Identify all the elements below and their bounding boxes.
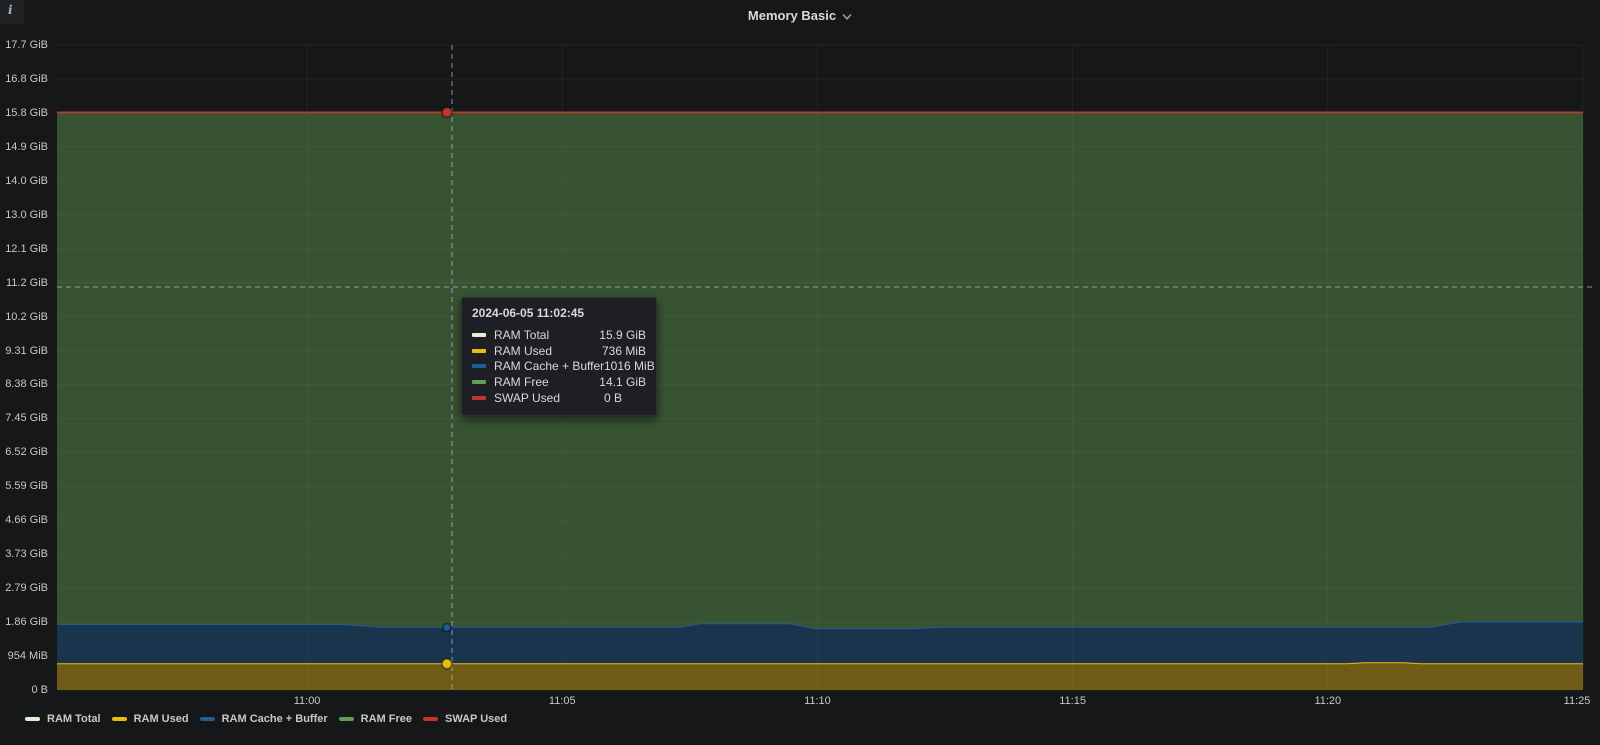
tooltip-series-value: 15.9 GiB [599, 328, 646, 342]
legend-item-ram-total[interactable]: RAM Total [25, 713, 101, 725]
legend-swatch-swap-used [423, 717, 438, 721]
y-axis-label: 1.86 GiB [0, 616, 48, 628]
crosshair-point-ram-cache-buffer [443, 623, 451, 631]
tooltip-row: RAM Total15.9 GiB [472, 327, 646, 343]
y-axis-label: 12.1 GiB [0, 243, 48, 255]
series-area-ram-used [57, 663, 1583, 690]
tooltip-row: RAM Cache + Buffer1016 MiB [472, 359, 646, 375]
tooltip-row: RAM Used736 MiB [472, 343, 646, 359]
tooltip-series-label: RAM Cache + Buffer [494, 359, 604, 373]
y-axis-label: 15.8 GiB [0, 107, 48, 119]
tooltip-series-swatch [472, 333, 486, 337]
legend-swatch-ram-free [339, 717, 354, 721]
tooltip-row: RAM Free14.1 GiB [472, 374, 646, 390]
chart-tooltip: 2024-06-05 11:02:45 RAM Total15.9 GiBRAM… [461, 297, 657, 416]
tooltip-series-label: SWAP Used [494, 391, 604, 405]
legend-label: RAM Free [361, 713, 412, 725]
series-area-ram-free [57, 112, 1583, 628]
x-axis-label: 11:00 [294, 695, 321, 707]
tooltip-series-label: RAM Free [494, 375, 599, 389]
tooltip-series-value: 736 MiB [602, 344, 646, 358]
y-axis-label: 16.8 GiB [0, 73, 48, 85]
y-axis-label: 14.9 GiB [0, 141, 48, 153]
y-axis-label: 11.2 GiB [0, 277, 48, 289]
y-axis-label: 0 B [0, 684, 48, 696]
y-axis-label: 2.79 GiB [0, 582, 48, 594]
y-axis-label: 954 MiB [0, 650, 48, 662]
legend-swatch-ram-used [112, 717, 127, 721]
y-axis-label: 3.73 GiB [0, 548, 48, 560]
y-axis-label: 6.52 GiB [0, 446, 48, 458]
legend-item-ram-free[interactable]: RAM Free [339, 713, 412, 725]
x-axis-label: 11:10 [804, 695, 831, 707]
tooltip-series-swatch [472, 396, 486, 400]
x-axis-label: 11:25 [1564, 695, 1591, 707]
legend-item-ram-used[interactable]: RAM Used [112, 713, 189, 725]
y-axis-label: 17.7 GiB [0, 39, 48, 51]
y-axis-label: 14.0 GiB [0, 175, 48, 187]
tooltip-row: SWAP Used0 B [472, 390, 646, 406]
chart-legend: RAM Total RAM Used RAM Cache + Buffer RAM F… [25, 710, 507, 728]
tooltip-series-label: RAM Used [494, 344, 602, 358]
y-axis-label: 9.31 GiB [0, 345, 48, 357]
chevron-down-icon [842, 9, 852, 24]
legend-label: RAM Used [134, 713, 189, 725]
chart-plot-area[interactable] [0, 0, 1600, 745]
y-axis-label: 10.2 GiB [0, 311, 48, 323]
panel-title: Memory Basic [748, 8, 836, 23]
tooltip-series-label: RAM Total [494, 328, 599, 342]
tooltip-series-swatch [472, 380, 486, 384]
x-axis-label: 11:15 [1059, 695, 1086, 707]
crosshair-point-swap-used [442, 107, 452, 117]
tooltip-timestamp: 2024-06-05 11:02:45 [472, 306, 646, 320]
x-axis-label: 11:05 [549, 695, 576, 707]
y-axis-label: 5.59 GiB [0, 480, 48, 492]
tooltip-series-value: 1016 MiB [604, 359, 655, 373]
y-axis-label: 13.0 GiB [0, 209, 48, 221]
legend-label: RAM Cache + Buffer [222, 713, 328, 725]
legend-item-ram-cache-buffer[interactable]: RAM Cache + Buffer [200, 713, 328, 725]
legend-item-swap-used[interactable]: SWAP Used [423, 713, 507, 725]
legend-swatch-ram-cache-buffer [200, 717, 215, 721]
y-axis-label: 4.66 GiB [0, 514, 48, 526]
tooltip-series-swatch [472, 349, 486, 353]
panel-header[interactable]: Memory Basic [0, 0, 1600, 30]
x-axis-label: 11:20 [1314, 695, 1341, 707]
legend-label: RAM Total [47, 713, 101, 725]
y-axis-label: 8.38 GiB [0, 378, 48, 390]
crosshair-point-ram-used [442, 659, 452, 669]
legend-swatch-ram-total [25, 717, 40, 721]
legend-label: SWAP Used [445, 713, 507, 725]
y-axis-label: 7.45 GiB [0, 412, 48, 424]
tooltip-series-value: 14.1 GiB [599, 375, 646, 389]
tooltip-series-value: 0 B [604, 391, 622, 405]
tooltip-series-swatch [472, 364, 486, 368]
